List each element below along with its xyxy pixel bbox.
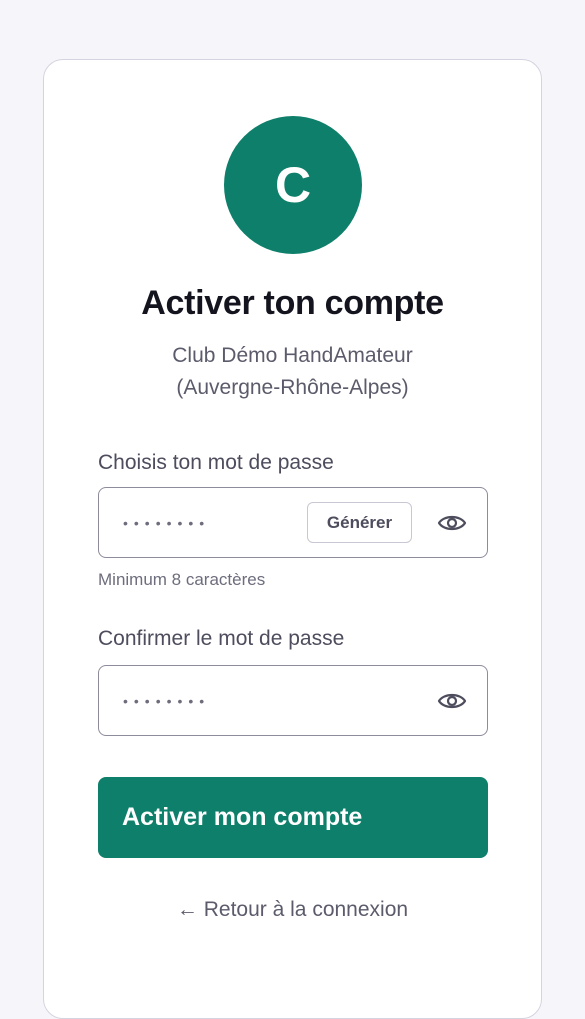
password-hint: Minimum 8 caractères	[98, 570, 266, 589]
club-name: Club Démo HandAmateur (Auvergne-Rhône-Al…	[104, 340, 481, 404]
activate-account-button[interactable]: Activer mon compte	[98, 777, 488, 858]
club-region-line: (Auvergne-Rhône-Alpes)	[176, 376, 409, 399]
club-name-line: Club Démo HandAmateur	[172, 344, 413, 367]
password-label: Choisis ton mot de passe	[98, 451, 334, 474]
confirm-password-input[interactable]: ••••••••	[98, 665, 488, 736]
activation-card: C Activer ton compte Club Démo HandAmate…	[43, 59, 542, 1019]
password-masked-value: ••••••••	[123, 514, 211, 531]
club-avatar: C	[224, 116, 362, 254]
page-title: Activer ton compte	[141, 284, 444, 322]
confirm-masked-value: ••••••••	[123, 692, 211, 709]
avatar-letter: C	[274, 157, 312, 213]
confirm-password-label: Confirmer le mot de passe	[98, 627, 345, 650]
eye-icon[interactable]	[437, 513, 467, 533]
generate-password-button[interactable]: Générer	[307, 502, 412, 543]
back-to-login-link[interactable]: ← Retour à la connexion	[44, 898, 541, 922]
eye-icon[interactable]	[437, 691, 467, 711]
password-input[interactable]: •••••••• Générer	[98, 487, 488, 558]
